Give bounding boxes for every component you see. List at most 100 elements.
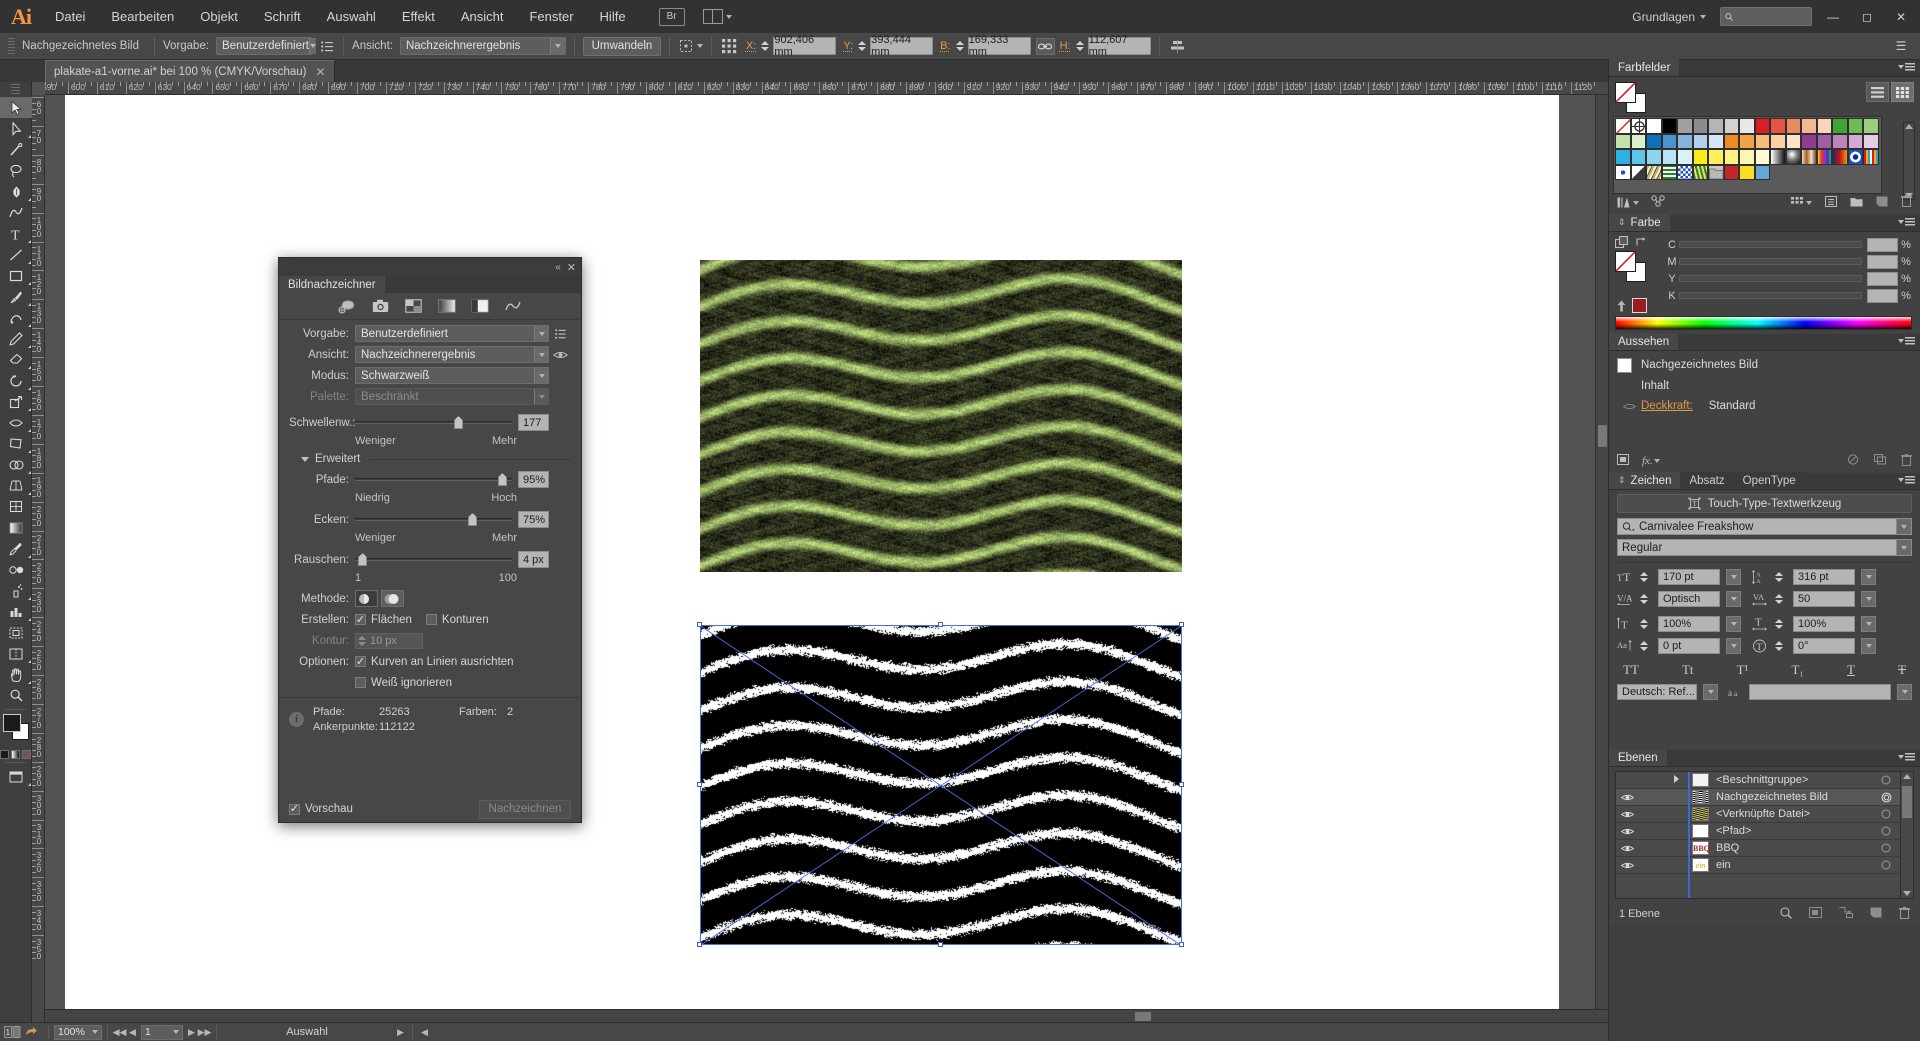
- swatch[interactable]: [1770, 133, 1786, 149]
- tool-direct-selection[interactable]: [0, 118, 32, 139]
- tab-absatz[interactable]: Absatz: [1680, 472, 1734, 489]
- tool-line-segment[interactable]: [0, 244, 32, 265]
- last-artboard-button[interactable]: ▶▶: [198, 1025, 212, 1040]
- anti-aliasing-dropdown[interactable]: [1897, 684, 1912, 700]
- layer-name[interactable]: BBQ: [1716, 842, 1873, 854]
- swatch[interactable]: [1708, 133, 1724, 149]
- channel-value-c[interactable]: [1867, 237, 1898, 252]
- show-swatch-kinds-button[interactable]: [1791, 197, 1812, 208]
- tool-mesh[interactable]: [0, 496, 32, 517]
- touch-type-tool-button[interactable]: T Touch-Type-Textwerkzeug: [1617, 494, 1912, 513]
- swap-colors-icon[interactable]: [1635, 236, 1648, 247]
- swatch[interactable]: [1816, 149, 1832, 165]
- height-stepper[interactable]: [1074, 37, 1086, 55]
- vertical-scale-stepper[interactable]: [1638, 615, 1650, 633]
- tab-ebenen[interactable]: Ebenen: [1609, 749, 1667, 766]
- layers-list[interactable]: <Beschnittgruppe> Nachgezeichnetes Bild <V…: [1615, 771, 1914, 899]
- x-field[interactable]: 902,406 mm: [773, 34, 837, 58]
- swatch[interactable]: [1708, 149, 1724, 165]
- collapse-icon[interactable]: «: [555, 262, 560, 273]
- leading-stepper[interactable]: [1773, 568, 1785, 586]
- x-stepper[interactable]: [759, 37, 771, 55]
- vertical-ruler[interactable]: 6070809010011012013014015016017018019020…: [32, 95, 45, 1022]
- slider-handle[interactable]: [468, 513, 478, 526]
- layer-name[interactable]: <Pfad>: [1716, 825, 1873, 837]
- tool-hand[interactable]: [0, 664, 32, 685]
- swatch[interactable]: [1692, 133, 1708, 149]
- swatch[interactable]: [1646, 133, 1662, 149]
- rotation-stepper[interactable]: [1773, 637, 1785, 655]
- swatch[interactable]: [1615, 164, 1631, 180]
- fill-color-swatch[interactable]: [3, 714, 21, 732]
- small-caps-button[interactable]: Tt: [1682, 662, 1694, 678]
- swatch[interactable]: [1723, 133, 1739, 149]
- align-options-button[interactable]: [1168, 38, 1187, 55]
- swatch[interactable]: [1754, 149, 1770, 165]
- duplicate-item-button[interactable]: [1874, 454, 1886, 468]
- minimize-button[interactable]: —: [1820, 6, 1846, 28]
- menu-objekt[interactable]: Objekt: [187, 0, 251, 33]
- underline-button[interactable]: T: [1847, 662, 1855, 678]
- swatch[interactable]: [1739, 164, 1755, 180]
- swatch[interactable]: [1847, 149, 1863, 165]
- previous-artboard-button[interactable]: ◀: [126, 1025, 139, 1040]
- anti-aliasing-field[interactable]: [1749, 684, 1891, 700]
- create-new-layer-button[interactable]: [1870, 907, 1882, 921]
- menu-ansicht[interactable]: Ansicht: [448, 0, 517, 33]
- trace-preset-dropdown[interactable]: Benutzerdefiniert: [355, 325, 549, 342]
- black-and-white-icon[interactable]: [470, 298, 489, 315]
- create-fills-checkbox[interactable]: Flächen: [355, 614, 412, 626]
- grayscale-icon[interactable]: [437, 298, 456, 315]
- swatch[interactable]: [1801, 149, 1817, 165]
- appearance-content-row[interactable]: Inhalt: [1609, 376, 1920, 396]
- trace-view-dropdown[interactable]: Nachzeichnerergebnis: [355, 346, 549, 363]
- create-new-sublayer-button[interactable]: [1839, 907, 1853, 921]
- tool-shape-builder[interactable]: [0, 454, 32, 475]
- font-style-field[interactable]: Regular: [1617, 539, 1912, 556]
- swatch[interactable]: [1832, 133, 1848, 149]
- maximize-button[interactable]: ◻: [1854, 6, 1880, 28]
- none-button[interactable]: [22, 750, 31, 759]
- source-image-texture[interactable]: [700, 260, 1182, 572]
- tab-zeichen[interactable]: ⇕ Zeichen: [1609, 472, 1681, 489]
- swatch[interactable]: [1692, 149, 1708, 165]
- method-abutting-button[interactable]: [355, 590, 378, 607]
- trace-noise-value[interactable]: 4 px: [518, 551, 549, 568]
- option-ignore-white-checkbox[interactable]: Weiß ignorieren: [355, 677, 452, 689]
- tool-column-graph[interactable]: [0, 601, 32, 622]
- swatch[interactable]: [1677, 164, 1693, 180]
- swatch[interactable]: [1630, 118, 1647, 134]
- traced-image-result[interactable]: [700, 625, 1182, 945]
- arrange-documents-button[interactable]: [702, 9, 732, 24]
- layer-row[interactable]: <Beschnittgruppe>: [1616, 772, 1913, 789]
- swatch[interactable]: [1832, 118, 1848, 134]
- strikethrough-button[interactable]: T: [1898, 662, 1906, 678]
- tool-symbol-sprayer[interactable]: [0, 580, 32, 601]
- tool-screen-mode[interactable]: [0, 766, 32, 787]
- tab-aussehen[interactable]: Aussehen: [1609, 333, 1679, 350]
- swatch[interactable]: [1646, 164, 1662, 180]
- swatch[interactable]: [1785, 118, 1801, 134]
- low-color-icon[interactable]: [404, 298, 423, 315]
- color-spectrum-bar[interactable]: [1615, 316, 1912, 330]
- eye-icon[interactable]: [1616, 827, 1638, 836]
- swatch-libraries-button[interactable]: [1617, 197, 1639, 208]
- clear-appearance-button[interactable]: [1847, 454, 1859, 468]
- bridge-button[interactable]: Br: [658, 7, 685, 26]
- eye-icon[interactable]: [1617, 402, 1641, 411]
- swatch[interactable]: [1801, 133, 1817, 149]
- leading-field[interactable]: 316 pt: [1793, 568, 1855, 585]
- appearance-opacity-label[interactable]: Deckkraft:: [1641, 400, 1693, 412]
- swatch[interactable]: [1832, 149, 1848, 165]
- width-field[interactable]: 169,333 mm: [967, 34, 1031, 58]
- swatch[interactable]: [1692, 118, 1708, 134]
- fill-stroke-indicator[interactable]: [0, 713, 31, 747]
- delete-item-button[interactable]: [1901, 453, 1912, 469]
- tool-shaper[interactable]: [0, 307, 32, 328]
- swatch[interactable]: [1615, 133, 1631, 149]
- status-text[interactable]: Auswahl: [222, 1026, 392, 1038]
- y-field[interactable]: 393,444 mm: [870, 34, 934, 58]
- eye-icon[interactable]: [1616, 810, 1638, 819]
- font-size-stepper[interactable]: [1638, 568, 1650, 586]
- canvas-vertical-scrollbar[interactable]: [1595, 95, 1608, 1022]
